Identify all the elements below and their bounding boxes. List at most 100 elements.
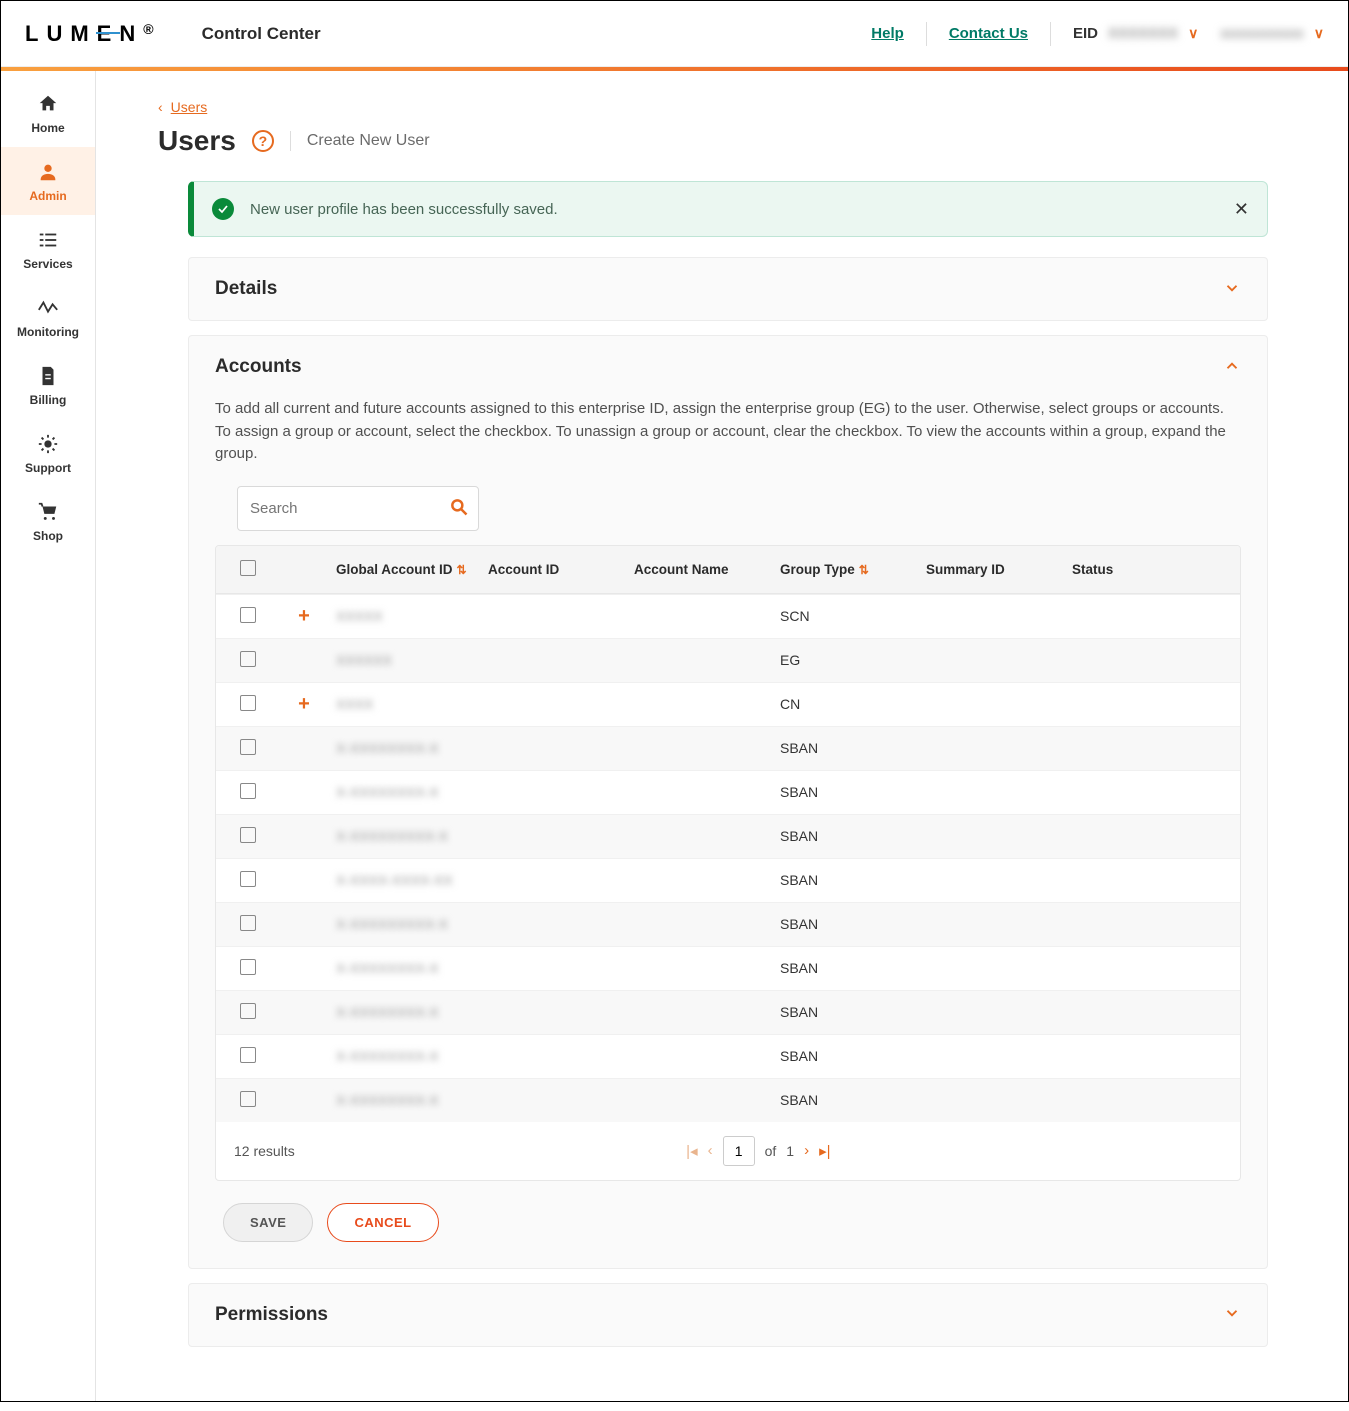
panel-details-header[interactable]: Details [189,258,1267,320]
cell-account-id [482,914,628,934]
help-link[interactable]: Help [871,25,904,42]
cell-status [1066,826,1186,846]
row-checkbox[interactable] [240,1003,256,1019]
table-row: X-XXXXXXXX-XSBAN [216,726,1240,770]
chevron-down-icon [1223,279,1241,300]
row-checkbox[interactable] [240,915,256,931]
table-row: X-XXXXXXXX-XSBAN [216,770,1240,814]
cancel-button[interactable]: CANCEL [327,1203,438,1242]
expand-icon [278,958,330,978]
cell-account-name [628,870,774,890]
page-input[interactable] [723,1136,755,1166]
cell-global-account-id: X-XXXXXXXXX-X [330,818,482,854]
col-group-type[interactable]: Group Type⇅ [774,548,920,591]
page-first-icon[interactable]: |◂ [686,1142,697,1160]
row-checkbox[interactable] [240,783,256,799]
nav-home[interactable]: Home [1,79,95,147]
help-icon[interactable]: ? [252,130,274,152]
chevron-up-icon [1223,357,1241,378]
chevron-down-icon [1223,1304,1241,1325]
sort-icon: ⇅ [859,563,869,577]
cell-account-id [482,650,628,670]
panel-permissions-title: Permissions [215,1304,328,1326]
col-summary-id[interactable]: Summary ID [920,548,1066,591]
row-checkbox[interactable] [240,695,256,711]
page-next-icon[interactable]: › [804,1142,809,1159]
panel-permissions-header[interactable]: Permissions [189,1284,1267,1346]
username: xxxxxxxxxx [1220,25,1303,42]
col-account-id[interactable]: Account ID [482,548,628,591]
panel-accounts: Accounts To add all current and future a… [188,335,1268,1269]
nav-monitoring[interactable]: Monitoring [1,283,95,351]
cell-group-type: SBAN [774,1038,920,1074]
table-header-row: Global Account ID⇅ Account ID Account Na… [216,546,1240,594]
create-new-user-link[interactable]: Create New User [307,132,430,150]
nav-support[interactable]: Support [1,419,95,487]
cell-account-id [482,1002,628,1022]
cell-summary-id [920,1002,1066,1022]
cell-status [1066,782,1186,802]
expand-icon [278,826,330,846]
save-button[interactable]: SAVE [223,1203,313,1242]
cell-account-id [482,606,628,626]
breadcrumb-users[interactable]: Users [171,99,208,115]
row-checkbox[interactable] [240,827,256,843]
cell-global-account-id: XXXX [330,686,482,722]
row-checkbox[interactable] [240,607,256,623]
table-row: X-XXXX-XXXX-XXSBAN [216,858,1240,902]
expand-icon[interactable]: + [278,683,330,726]
col-status[interactable]: Status [1066,548,1186,591]
nav-billing[interactable]: Billing [1,351,95,419]
expand-icon [278,870,330,890]
services-icon [37,229,59,251]
cell-account-id [482,1090,628,1110]
row-checkbox[interactable] [240,739,256,755]
page-prev-icon[interactable]: ‹ [708,1142,713,1159]
nav-services[interactable]: Services [1,215,95,283]
cell-global-account-id: XXXXXX [330,642,482,678]
cell-status [1066,1090,1186,1110]
cell-account-id [482,738,628,758]
panel-details-title: Details [215,278,277,300]
close-icon[interactable]: ✕ [1234,199,1249,220]
cell-group-type: SBAN [774,862,920,898]
cell-status [1066,694,1186,714]
panel-accounts-title: Accounts [215,356,302,378]
row-checkbox[interactable] [240,871,256,887]
col-global-account-id[interactable]: Global Account ID⇅ [330,548,482,591]
search-icon[interactable] [449,497,469,520]
expand-icon [278,1090,330,1110]
select-all-checkbox[interactable] [240,560,256,576]
nav-shop[interactable]: Shop [1,487,95,555]
cell-account-name [628,1046,774,1066]
table-row: X-XXXXXXXXX-XSBAN [216,902,1240,946]
eid-selector[interactable]: EID XXXXXXX ∨ [1073,25,1198,42]
page-last-icon[interactable]: ▸| [819,1142,830,1160]
contact-link[interactable]: Contact Us [949,25,1028,42]
cell-global-account-id: XXXXX [330,598,482,634]
cell-status [1066,650,1186,670]
col-account-name[interactable]: Account Name [628,548,774,591]
cell-account-name [628,958,774,978]
nav-admin[interactable]: Admin [1,147,95,215]
cell-summary-id [920,870,1066,890]
breadcrumb: ‹ Users [158,99,1268,115]
search-input[interactable] [250,500,449,517]
cell-account-name [628,694,774,714]
row-checkbox[interactable] [240,651,256,667]
row-checkbox[interactable] [240,1091,256,1107]
expand-icon[interactable]: + [278,595,330,638]
cell-group-type: SBAN [774,906,920,942]
row-checkbox[interactable] [240,959,256,975]
user-selector[interactable]: xxxxxxxxxx ∨ [1220,25,1324,42]
search-box [237,486,479,531]
row-checkbox[interactable] [240,1047,256,1063]
cell-summary-id [920,738,1066,758]
left-nav: Home Admin Services Monitoring Billing S… [1,71,96,1401]
monitoring-icon [37,297,59,319]
panel-accounts-header[interactable]: Accounts [189,336,1267,398]
page-of-label: of [765,1143,777,1159]
page-title: Users [158,125,236,157]
expand-icon [278,1002,330,1022]
cell-account-name [628,1090,774,1110]
